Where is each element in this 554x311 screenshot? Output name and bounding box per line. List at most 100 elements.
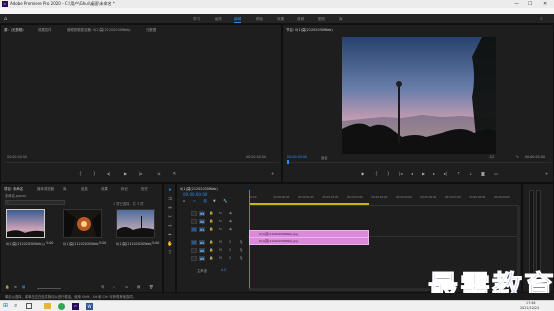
mark-out-icon[interactable]: } <box>387 171 390 176</box>
mark-in-icon[interactable]: { <box>79 171 82 176</box>
zoom-slider[interactable] <box>37 288 61 289</box>
project-tab[interactable]: 标记 <box>121 186 128 191</box>
playhead-icon[interactable] <box>287 160 289 164</box>
wrench-icon[interactable]: ✎ <box>516 155 519 159</box>
project-tab[interactable]: 项目: 未命名 <box>4 186 23 191</box>
project-tab[interactable]: 信息 <box>81 186 88 191</box>
step-back-icon[interactable]: ◂| <box>107 171 110 176</box>
workspace-tab[interactable]: 学习 <box>193 14 200 24</box>
source-patch-button[interactable] <box>191 227 197 232</box>
lift-icon[interactable]: ⇡ <box>457 171 460 176</box>
home-icon[interactable]: ⌂ <box>4 16 7 22</box>
icon-view-icon[interactable]: ▦ <box>22 285 25 290</box>
track-lock-icon[interactable]: 🔒 <box>209 256 213 260</box>
slip-tool-icon[interactable]: ↔ <box>166 224 174 229</box>
minimize-button[interactable]: — <box>514 0 519 8</box>
file-explorer-icon[interactable] <box>44 303 51 309</box>
video-track-header[interactable]: V3 🔒 ⇆ ◉ <box>181 210 247 217</box>
play-icon[interactable]: ▶ <box>124 171 127 176</box>
source-patch-button[interactable] <box>191 211 197 216</box>
workspace-tab[interactable]: 组件 <box>215 14 222 24</box>
eye-icon[interactable]: ◉ <box>229 211 232 215</box>
workspace-tab[interactable]: 颜色 <box>256 14 263 24</box>
search-icon[interactable]: ⌕ <box>540 16 543 22</box>
project-item-thumbnail[interactable] <box>6 209 45 238</box>
go-to-in-icon[interactable]: |◂ <box>399 171 402 176</box>
lock-icon[interactable]: 🔒 <box>5 285 9 290</box>
tab-sequence[interactable]: 0(1)莫(21202030Web) <box>180 186 218 191</box>
solo-button[interactable]: S <box>229 256 231 260</box>
track-lock-icon[interactable]: 🔒 <box>209 248 213 252</box>
track-target-button[interactable]: A1 <box>199 240 205 245</box>
workspace-tab[interactable]: 音频 <box>297 14 304 24</box>
new-bin-icon[interactable]: ▭ <box>125 285 128 290</box>
project-tab[interactable]: 效果 <box>101 186 108 191</box>
mark-out-icon[interactable]: } <box>93 171 96 176</box>
track-target-button[interactable]: A3 <box>199 256 205 261</box>
timeline-clip[interactable]: 0(1)莫(21202030Web).jpg <box>249 237 369 245</box>
source-patch-button[interactable] <box>191 219 197 224</box>
word-icon[interactable]: W <box>86 303 93 310</box>
project-tab[interactable]: 媒体浏览器 <box>37 186 54 191</box>
windows-start-icon[interactable]: ⊞ <box>3 302 8 309</box>
mute-button[interactable]: M <box>219 256 222 260</box>
clock-date[interactable]: 2021/10/24 <box>520 306 539 311</box>
hand-tool-icon[interactable]: ✋ <box>166 242 174 247</box>
selection-tool-icon[interactable]: ➤ <box>166 188 174 193</box>
program-timecode[interactable]: 00:00:00:00 <box>287 155 307 159</box>
step-forward-icon[interactable]: |▸ <box>139 171 142 176</box>
tab-program[interactable]: 节目: 0(1)莫(21202030Web) <box>286 27 333 32</box>
snap-icon[interactable]: ∩ <box>193 199 196 204</box>
list-view-icon[interactable]: ≡ <box>14 285 17 290</box>
timeline-settings-icon[interactable]: 🔧 <box>223 199 227 204</box>
maximize-button[interactable]: ☐ <box>528 0 532 8</box>
project-search-input[interactable]: ⌕ <box>5 200 65 205</box>
sync-lock-icon[interactable]: ⇆ <box>219 219 222 223</box>
track-lock-icon[interactable]: 🔒 <box>209 227 213 231</box>
task-view-icon[interactable] <box>26 303 32 309</box>
sync-lock-icon[interactable]: ⇆ <box>219 227 222 231</box>
step-back-icon[interactable]: ◂ <box>411 171 413 176</box>
track-lock-icon[interactable]: 🔒 <box>209 211 213 215</box>
master-volume-value[interactable]: 0.0 <box>221 268 226 272</box>
go-to-out-icon[interactable]: ▸| <box>444 171 447 176</box>
solo-button[interactable]: S <box>229 248 231 252</box>
track-target-button[interactable]: A2 <box>199 248 205 253</box>
new-item-icon[interactable]: ▤ <box>137 285 140 290</box>
fit-select[interactable]: 适合 <box>321 155 328 160</box>
microphone-icon[interactable]: 🎙 <box>239 248 243 252</box>
resolution-select[interactable]: 1/2 <box>489 155 494 159</box>
workspace-tab[interactable]: 效果 <box>277 14 284 24</box>
mute-button[interactable]: M <box>219 248 222 252</box>
source-patch-button[interactable] <box>191 240 197 245</box>
trash-icon[interactable]: 🗑 <box>149 285 153 290</box>
timeline-timecode[interactable]: 00:00:00:00 <box>183 192 207 197</box>
overwrite-icon[interactable]: ⇱ <box>173 171 176 176</box>
linked-selection-icon[interactable]: ⛓ <box>203 199 208 204</box>
tab-metadata[interactable]: 元数据 <box>146 27 156 32</box>
premiere-taskbar-icon[interactable]: Pr <box>72 303 79 310</box>
track-lock-icon[interactable]: 🔒 <box>209 219 213 223</box>
audio-track-header[interactable]: A2 🔒 M S 🎙 <box>181 247 247 254</box>
track-target-button[interactable]: V1 <box>199 227 205 232</box>
step-forward-icon[interactable]: ▸ <box>433 171 435 176</box>
work-area-bar[interactable] <box>249 203 369 205</box>
nest-icon[interactable]: ⌂ <box>183 199 185 204</box>
project-tab[interactable]: 历史 <box>141 186 148 191</box>
workspace-tab[interactable]: 库 <box>339 14 343 24</box>
solo-button[interactable]: S <box>229 240 231 244</box>
eye-icon[interactable]: ◉ <box>229 219 232 223</box>
project-tab[interactable]: 库 <box>63 186 66 191</box>
microphone-icon[interactable]: 🎙 <box>239 256 243 260</box>
audio-track-header[interactable]: A1 🔒 M S 🎙 <box>181 239 247 246</box>
program-settings-icon[interactable]: + <box>545 171 548 176</box>
track-target-button[interactable]: V3 <box>199 211 205 216</box>
eye-icon[interactable]: ◉ <box>229 227 232 231</box>
source-scrubber[interactable] <box>5 162 279 163</box>
extract-icon[interactable]: ⇣ <box>469 171 472 176</box>
source-settings-icon[interactable]: + <box>271 171 274 176</box>
project-item-thumbnail[interactable] <box>63 209 102 238</box>
tab-audio-mixer[interactable]: 音频剪辑混合器: 0(1)莫(21202030Web) <box>67 27 131 32</box>
mark-in-icon[interactable]: { <box>375 171 378 176</box>
project-item-thumbnail[interactable] <box>116 209 155 238</box>
